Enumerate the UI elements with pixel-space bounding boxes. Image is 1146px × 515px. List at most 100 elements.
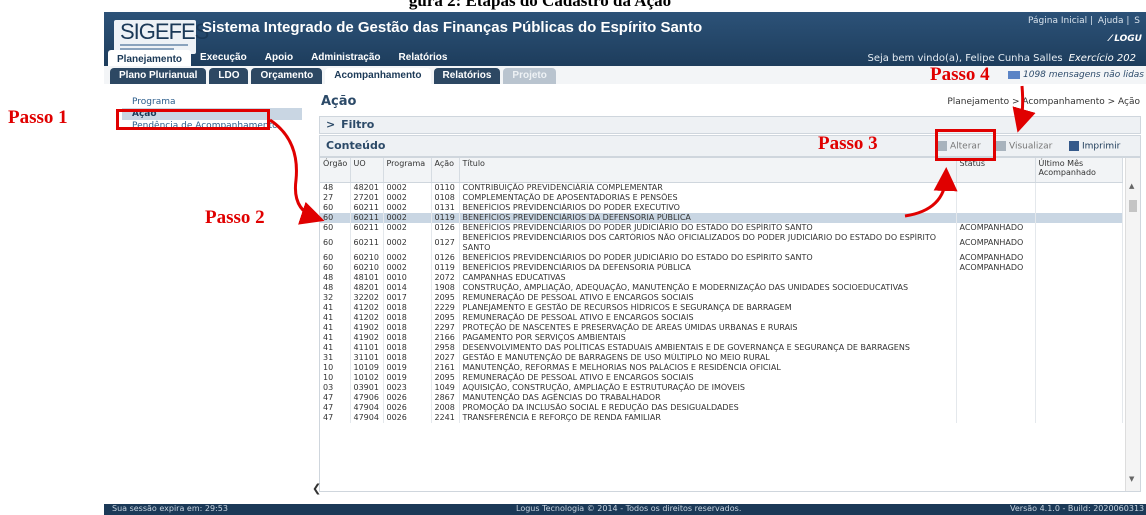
column-header[interactable]: Programa <box>383 158 432 183</box>
link-home[interactable]: Página Inicial <box>1028 16 1087 26</box>
vertical-scrollbar[interactable]: ▲ ▼ <box>1125 158 1140 491</box>
table-cell <box>1035 293 1123 303</box>
column-header[interactable]: Título <box>459 158 957 183</box>
tab-projeto[interactable]: Projeto <box>503 68 556 84</box>
table-row[interactable]: 10 10102 0019 2095 REMUNERAÇÃO DE PESSOAL AT… <box>320 373 1123 383</box>
scroll-thumb[interactable] <box>1129 200 1137 212</box>
welcome-text: Seja bem vindo(a), Felipe Cunha Salles Ex… <box>867 53 1136 64</box>
table-cell: BENEFÍCIOS PREVIDENCIÁRIOS DO PODER JUDI… <box>459 253 957 263</box>
table-row[interactable]: 41 41902 0018 2297 PROTEÇÃO DE NASCENTES E P… <box>320 323 1123 333</box>
table-cell: PROMOÇÃO DA INCLUSÃO SOCIAL E REDUÇÃO DA… <box>459 403 957 413</box>
table-row[interactable]: 60 60211 0002 0119 BENEFÍCIOS PREVIDENCIÁRIO… <box>320 213 1123 223</box>
table-cell: 48101 <box>350 273 384 283</box>
column-header[interactable]: Órgão <box>320 158 351 183</box>
annotation-passo-2: Passo 2 <box>205 207 265 228</box>
table-cell: 41202 <box>350 303 384 313</box>
table-cell <box>956 313 1036 323</box>
table-row[interactable]: 27 27201 0002 0108 COMPLEMENTAÇÃO DE APOSENT… <box>320 193 1123 203</box>
link-help[interactable]: Ajuda <box>1098 16 1124 26</box>
menu-apoio[interactable]: Apoio <box>256 50 302 67</box>
table-cell: ACOMPANHADO <box>956 233 1036 253</box>
table-cell: 1908 <box>431 283 460 293</box>
table-cell: GESTÃO E MANUTENÇÃO DE BARRAGENS DE USO … <box>459 353 957 363</box>
table-cell <box>956 193 1036 203</box>
table-row[interactable]: 47 47904 0026 2008 PROMOÇÃO DA INCLUSÃO SOCI… <box>320 403 1123 413</box>
expand-icon: > <box>326 118 336 131</box>
column-header[interactable]: Status <box>956 158 1036 183</box>
table-cell <box>1035 223 1123 233</box>
table-cell <box>1035 283 1123 293</box>
table-row[interactable]: 48 48101 0010 2072 CAMPANHAS EDUCATIVAS <box>320 273 1123 283</box>
scroll-up-icon[interactable]: ▲ <box>1129 182 1134 190</box>
table-cell: 60210 <box>350 263 384 273</box>
table-row[interactable]: 32 32202 0017 2095 REMUNERAÇÃO DE PESSOAL AT… <box>320 293 1123 303</box>
menu-relatorios[interactable]: Relatórios <box>390 50 457 67</box>
highlight-box-acao <box>116 109 270 130</box>
table-row[interactable]: 41 41202 0018 2229 PLANEJAMENTO E GESTÃO DE … <box>320 303 1123 313</box>
table-cell: AQUISIÇÃO, CONSTRUÇÃO, AMPLIAÇÃO E ESTRU… <box>459 383 957 393</box>
table-cell: 0018 <box>383 333 432 343</box>
tab-ldo[interactable]: LDO <box>209 68 249 84</box>
table-row[interactable]: 41 41101 0018 2958 DESENVOLVIMENTO DAS POLÍT… <box>320 343 1123 353</box>
tab-acompanhamento[interactable]: Acompanhamento <box>325 68 431 84</box>
table-cell: 60 <box>320 213 351 223</box>
table-row[interactable]: 48 48201 0002 0110 CONTRIBUIÇÃO PREVIDENCIÁR… <box>320 182 1123 193</box>
menu-execucao[interactable]: Execução <box>191 50 256 67</box>
table-cell: 47904 <box>350 403 384 413</box>
table-row[interactable]: 47 47906 0026 2867 MANUTENÇÃO DAS AGÊNCIAS D… <box>320 393 1123 403</box>
filter-toggle[interactable]: > Filtro <box>319 116 1141 134</box>
sidebar-item-programa[interactable]: Programa <box>122 96 302 108</box>
table-cell <box>1035 403 1123 413</box>
figure-caption: gura 2: Etapas do Cadastro da Ação <box>408 0 672 10</box>
visualizar-button[interactable]: Visualizar <box>996 141 1052 152</box>
table-cell: 41 <box>320 323 351 333</box>
table-cell: 41 <box>320 313 351 323</box>
sigefes-logo: SIGEFES <box>114 19 209 54</box>
column-header[interactable]: Ação <box>431 158 460 183</box>
table-row[interactable]: 41 41202 0018 2095 REMUNERAÇÃO DE PESSOAL AT… <box>320 313 1123 323</box>
table-cell: 2161 <box>431 363 460 373</box>
table-cell: BENEFÍCIOS PREVIDENCIÁRIOS DA DEFENSORIA… <box>459 263 957 273</box>
table-row[interactable]: 60 60211 0002 0127 BENEFÍCIOS PREVIDENCIÁRIO… <box>320 233 1123 253</box>
table-row[interactable]: 10 10109 0019 2161 MANUTENÇÃO, REFORMAS E ME… <box>320 363 1123 373</box>
table-cell: 2095 <box>431 373 460 383</box>
tab-plano-plurianual[interactable]: Plano Plurianual <box>110 68 207 84</box>
table-cell: 2095 <box>431 313 460 323</box>
table-row[interactable]: 60 60211 0002 0126 BENEFÍCIOS PREVIDENCIÁRIO… <box>320 223 1123 233</box>
table-row[interactable]: 47 47904 0026 2241 TRANSFERÊNCIA E REFORÇO D… <box>320 413 1123 423</box>
table-row[interactable]: 60 60210 0002 0119 BENEFÍCIOS PREVIDENCIÁRIO… <box>320 263 1123 273</box>
annotation-passo-1: Passo 1 <box>8 107 68 128</box>
imprimir-button[interactable]: Imprimir <box>1069 141 1120 152</box>
table-cell: CONSTRUÇÃO, AMPLIAÇÃO, ADEQUAÇÃO, MANUTE… <box>459 283 957 293</box>
table-row[interactable]: 60 60211 0002 0131 BENEFÍCIOS PREVIDENCIÁRIO… <box>320 203 1123 213</box>
table-row[interactable]: 48 48201 0014 1908 CONSTRUÇÃO, AMPLIAÇÃO, AD… <box>320 283 1123 293</box>
table-cell: 32202 <box>350 293 384 303</box>
column-header[interactable]: UO <box>350 158 384 183</box>
collapse-sidebar-icon[interactable]: ❮ <box>312 482 321 495</box>
mail-icon <box>1008 70 1020 79</box>
table-row[interactable]: 31 31101 0018 2027 GESTÃO E MANUTENÇÃO DE BA… <box>320 353 1123 363</box>
table-cell: 60211 <box>350 203 384 213</box>
messages-indicator[interactable]: 1098 mensagens não lidas <box>1008 70 1144 80</box>
table-row[interactable]: 41 41902 0018 2166 PAGAMENTO POR SERVIÇOS AM… <box>320 333 1123 343</box>
tab-relatorios[interactable]: Relatórios <box>433 68 501 84</box>
column-header[interactable]: Último Mês Acompanhado <box>1035 158 1123 183</box>
table-cell: BENEFÍCIOS PREVIDENCIÁRIOS DA DEFENSORIA… <box>459 213 957 223</box>
table-row[interactable]: 60 60210 0002 0126 BENEFÍCIOS PREVIDENCIÁRIO… <box>320 253 1123 263</box>
table-cell <box>956 363 1036 373</box>
acao-grid: Órgão UO Programa Ação Título Status Último Mê… <box>319 157 1141 492</box>
table-cell: 41202 <box>350 313 384 323</box>
table-cell <box>1035 413 1123 423</box>
table-cell <box>1035 323 1123 333</box>
menu-administracao[interactable]: Administração <box>302 50 389 67</box>
table-cell: 0002 <box>383 182 432 193</box>
table-header: Órgão UO Programa Ação Título Status Último Mê… <box>320 158 1123 183</box>
table-cell <box>1035 273 1123 283</box>
link-exit[interactable]: S <box>1134 16 1140 26</box>
tab-orcamento[interactable]: Orçamento <box>251 68 323 84</box>
table-cell: 0026 <box>383 413 432 423</box>
scroll-down-icon[interactable]: ▼ <box>1129 475 1134 483</box>
table-cell: 2072 <box>431 273 460 283</box>
table-cell: 0019 <box>383 373 432 383</box>
table-row[interactable]: 03 03901 0023 1049 AQUISIÇÃO, CONSTRUÇÃO, AM… <box>320 383 1123 393</box>
